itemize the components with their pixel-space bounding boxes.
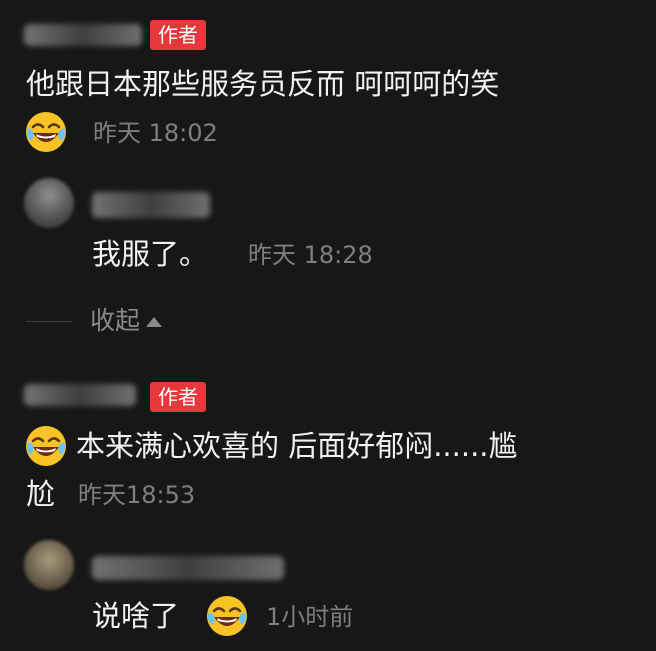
commenter-name-4[interactable] (92, 556, 284, 580)
comment-time-2: 昨天 18:28 (248, 241, 373, 269)
commenter-name-2[interactable] (92, 192, 210, 218)
laughing-crying-emoji-icon (24, 424, 68, 468)
divider (26, 321, 72, 322)
avatar[interactable] (24, 178, 74, 228)
author-badge-1: 作者 (150, 20, 206, 50)
comment-time-3: 昨天18:53 (78, 481, 196, 509)
comment-text-3-line2: 尬 (26, 477, 56, 511)
comment-text-1: 他跟日本那些服务员反而 呵呵呵的笑 (26, 67, 500, 101)
laughing-crying-emoji-icon (24, 110, 68, 154)
comment-time-4: 1小时前 (266, 603, 354, 631)
comment-text-3-line1: 本来满心欢喜的 后面好郁闷......尴 (76, 429, 518, 463)
comment-time-1: 昨天 18:02 (93, 119, 218, 147)
avatar[interactable] (24, 540, 74, 590)
commenter-name-1[interactable] (24, 24, 142, 46)
commenter-name-3[interactable] (24, 384, 136, 406)
caret-up-icon (146, 317, 163, 327)
laughing-crying-emoji-icon (205, 594, 249, 638)
collapse-label: 收起 (90, 306, 141, 335)
author-badge-3: 作者 (150, 382, 206, 412)
comment-text-2: 我服了。 (92, 237, 209, 271)
collapse-button[interactable]: 收起 (90, 306, 163, 336)
comment-text-4: 说啥了 (92, 599, 180, 633)
